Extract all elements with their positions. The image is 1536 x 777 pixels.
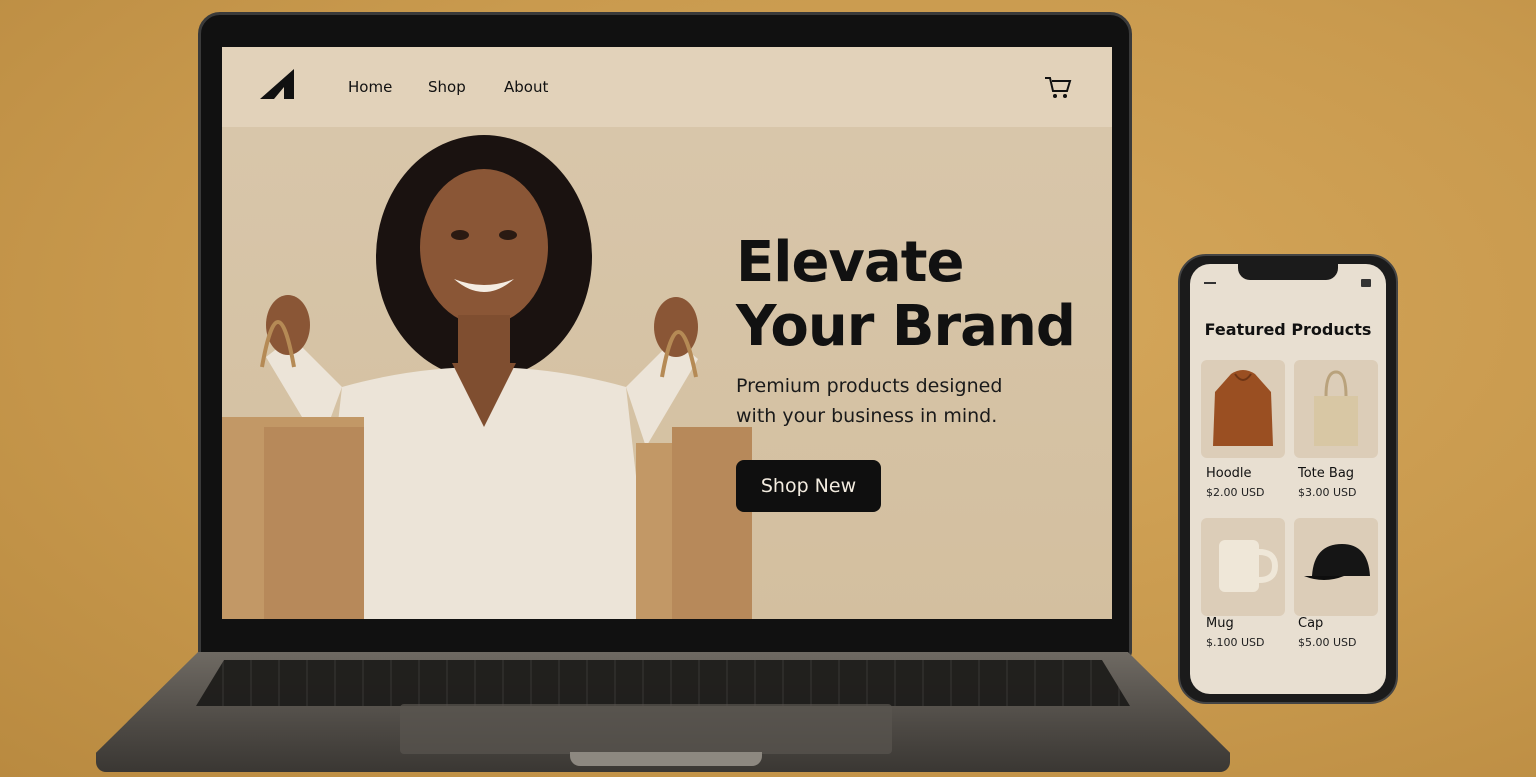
site-header: Home Shop About bbox=[222, 47, 1112, 127]
nav-about-link[interactable]: About bbox=[504, 78, 548, 96]
product-price-4: $5.00 USD bbox=[1298, 636, 1357, 649]
hero-subtitle-line-1: Premium products designed bbox=[736, 375, 1003, 397]
hero-title: Elevate Your Brand bbox=[736, 231, 1096, 359]
hero-title-line-1: Elevate bbox=[736, 230, 964, 295]
laptop-trackpad bbox=[400, 704, 892, 754]
shop-new-button[interactable]: Shop New bbox=[736, 460, 881, 512]
phone-screen: Featured Products Hoodle $2.00 USD Tote … bbox=[1190, 264, 1386, 694]
product-name-4: Cap bbox=[1298, 616, 1324, 631]
hero-woman-shopping-image bbox=[222, 135, 752, 619]
logo-icon[interactable] bbox=[260, 69, 296, 101]
laptop-keyboard bbox=[196, 660, 1130, 706]
hero-subtitle: Premium products designed with your busi… bbox=[736, 371, 1076, 431]
hoodie-image bbox=[1213, 370, 1273, 446]
product-name-3: Mug bbox=[1206, 616, 1234, 631]
tote-bag-thumbnail[interactable] bbox=[1294, 360, 1378, 458]
product-price-1: $2.00 USD bbox=[1206, 486, 1265, 499]
tote-bag-image bbox=[1314, 370, 1358, 446]
hero-section: Elevate Your Brand Premium products desi… bbox=[222, 127, 1112, 619]
phone-cart-icon[interactable] bbox=[1360, 278, 1372, 288]
hoodie-thumbnail[interactable] bbox=[1201, 360, 1285, 458]
mug-thumbnail[interactable] bbox=[1201, 518, 1285, 616]
nav-shop-link[interactable]: Shop bbox=[428, 78, 466, 96]
phone-notch bbox=[1238, 264, 1338, 280]
laptop-lip bbox=[570, 752, 762, 766]
cart-icon[interactable] bbox=[1044, 75, 1072, 99]
nav-home-link[interactable]: Home bbox=[348, 78, 392, 96]
cap-image bbox=[1304, 544, 1370, 580]
product-price-2: $3.00 USD bbox=[1298, 486, 1357, 499]
product-price-3: $.100 USD bbox=[1206, 636, 1265, 649]
laptop-screen: Home Shop About Elevate Your Brand Premi… bbox=[222, 47, 1112, 619]
hero-title-line-2: Your Brand bbox=[736, 294, 1076, 359]
featured-products-title: Featured Products bbox=[1204, 320, 1372, 339]
product-name-1: Hoodle bbox=[1206, 466, 1252, 481]
mug-image bbox=[1219, 540, 1279, 592]
cap-thumbnail[interactable] bbox=[1294, 518, 1378, 616]
menu-icon[interactable] bbox=[1204, 282, 1216, 284]
hero-subtitle-line-2: with your business in mind. bbox=[736, 405, 998, 427]
product-name-2: Tote Bag bbox=[1298, 466, 1355, 481]
